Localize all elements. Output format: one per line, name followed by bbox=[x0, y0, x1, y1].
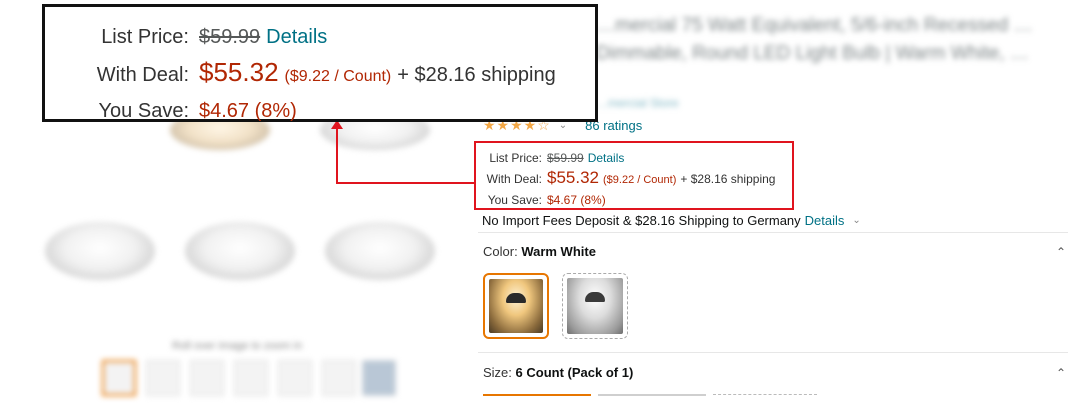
divider bbox=[478, 352, 1068, 353]
size-option[interactable] bbox=[598, 394, 706, 396]
size-label: Size: bbox=[483, 365, 512, 380]
unit-price: ($9.22 / Count) bbox=[284, 68, 392, 85]
deal-price: $55.32 bbox=[199, 57, 279, 87]
size-option-selected[interactable] bbox=[483, 394, 591, 396]
annotation-connector bbox=[336, 126, 338, 184]
import-fees-text: No Import Fees Deposit & $28.16 Shipping… bbox=[482, 213, 801, 228]
size-option[interactable] bbox=[713, 394, 817, 396]
highlight-box bbox=[474, 141, 794, 210]
chevron-up-icon[interactable]: ⌃ bbox=[1056, 366, 1066, 380]
image-zoom-caption: Roll over image to zoom in bbox=[172, 340, 303, 352]
list-price-value: $59.99 bbox=[199, 26, 261, 48]
image-thumbnail[interactable] bbox=[362, 360, 396, 396]
product-image-3 bbox=[45, 222, 155, 280]
product-image-5 bbox=[325, 222, 435, 280]
details-link[interactable]: Details bbox=[266, 20, 327, 55]
product-image-4 bbox=[185, 222, 295, 280]
color-value: Warm White bbox=[521, 244, 596, 259]
you-save-label: You Save: bbox=[98, 100, 189, 122]
swatch-cool-white[interactable] bbox=[562, 273, 628, 339]
product-title: …mercial 75 Watt Equivalent, 5/6-inch Re… bbox=[596, 15, 1033, 64]
shipping-cost: + $28.16 shipping bbox=[397, 64, 556, 86]
image-thumbnail[interactable] bbox=[278, 360, 312, 396]
with-deal-label: With Deal: bbox=[96, 64, 189, 86]
color-label-row: Color: Warm White bbox=[483, 244, 596, 259]
annotation-connector bbox=[336, 182, 475, 184]
import-details-link[interactable]: Details bbox=[805, 213, 845, 228]
lamp-icon bbox=[585, 292, 605, 302]
swatch-warm-white[interactable] bbox=[483, 273, 549, 339]
list-price-row: List Price: $59.99 Details bbox=[67, 20, 595, 55]
lamp-icon bbox=[506, 293, 526, 303]
chevron-up-icon[interactable]: ⌃ bbox=[1056, 245, 1066, 259]
you-save-value: $4.67 (8%) bbox=[199, 100, 297, 122]
import-fees-row: No Import Fees Deposit & $28.16 Shipping… bbox=[482, 213, 861, 228]
list-price-label: List Price: bbox=[101, 26, 189, 48]
store-link[interactable]: …mercial Store bbox=[596, 96, 679, 110]
image-thumbnail[interactable] bbox=[234, 360, 268, 396]
image-thumbnail[interactable] bbox=[190, 360, 224, 396]
image-thumbnail[interactable] bbox=[322, 360, 356, 396]
color-label: Color: bbox=[483, 244, 518, 259]
image-thumbnail[interactable] bbox=[102, 360, 136, 396]
chevron-down-icon[interactable]: ⌄ bbox=[852, 215, 860, 226]
zoom-callout: List Price: $59.99 Details With Deal: $5… bbox=[42, 4, 598, 122]
image-thumbnail[interactable] bbox=[146, 360, 180, 396]
size-label-row: Size: 6 Count (Pack of 1) bbox=[483, 365, 633, 380]
deal-price-row: With Deal: $55.32 ($9.22 / Count) + $28.… bbox=[67, 55, 595, 94]
size-value: 6 Count (Pack of 1) bbox=[515, 365, 634, 380]
divider bbox=[478, 232, 1068, 233]
you-save-row: You Save: $4.67 (8%) bbox=[67, 94, 595, 129]
